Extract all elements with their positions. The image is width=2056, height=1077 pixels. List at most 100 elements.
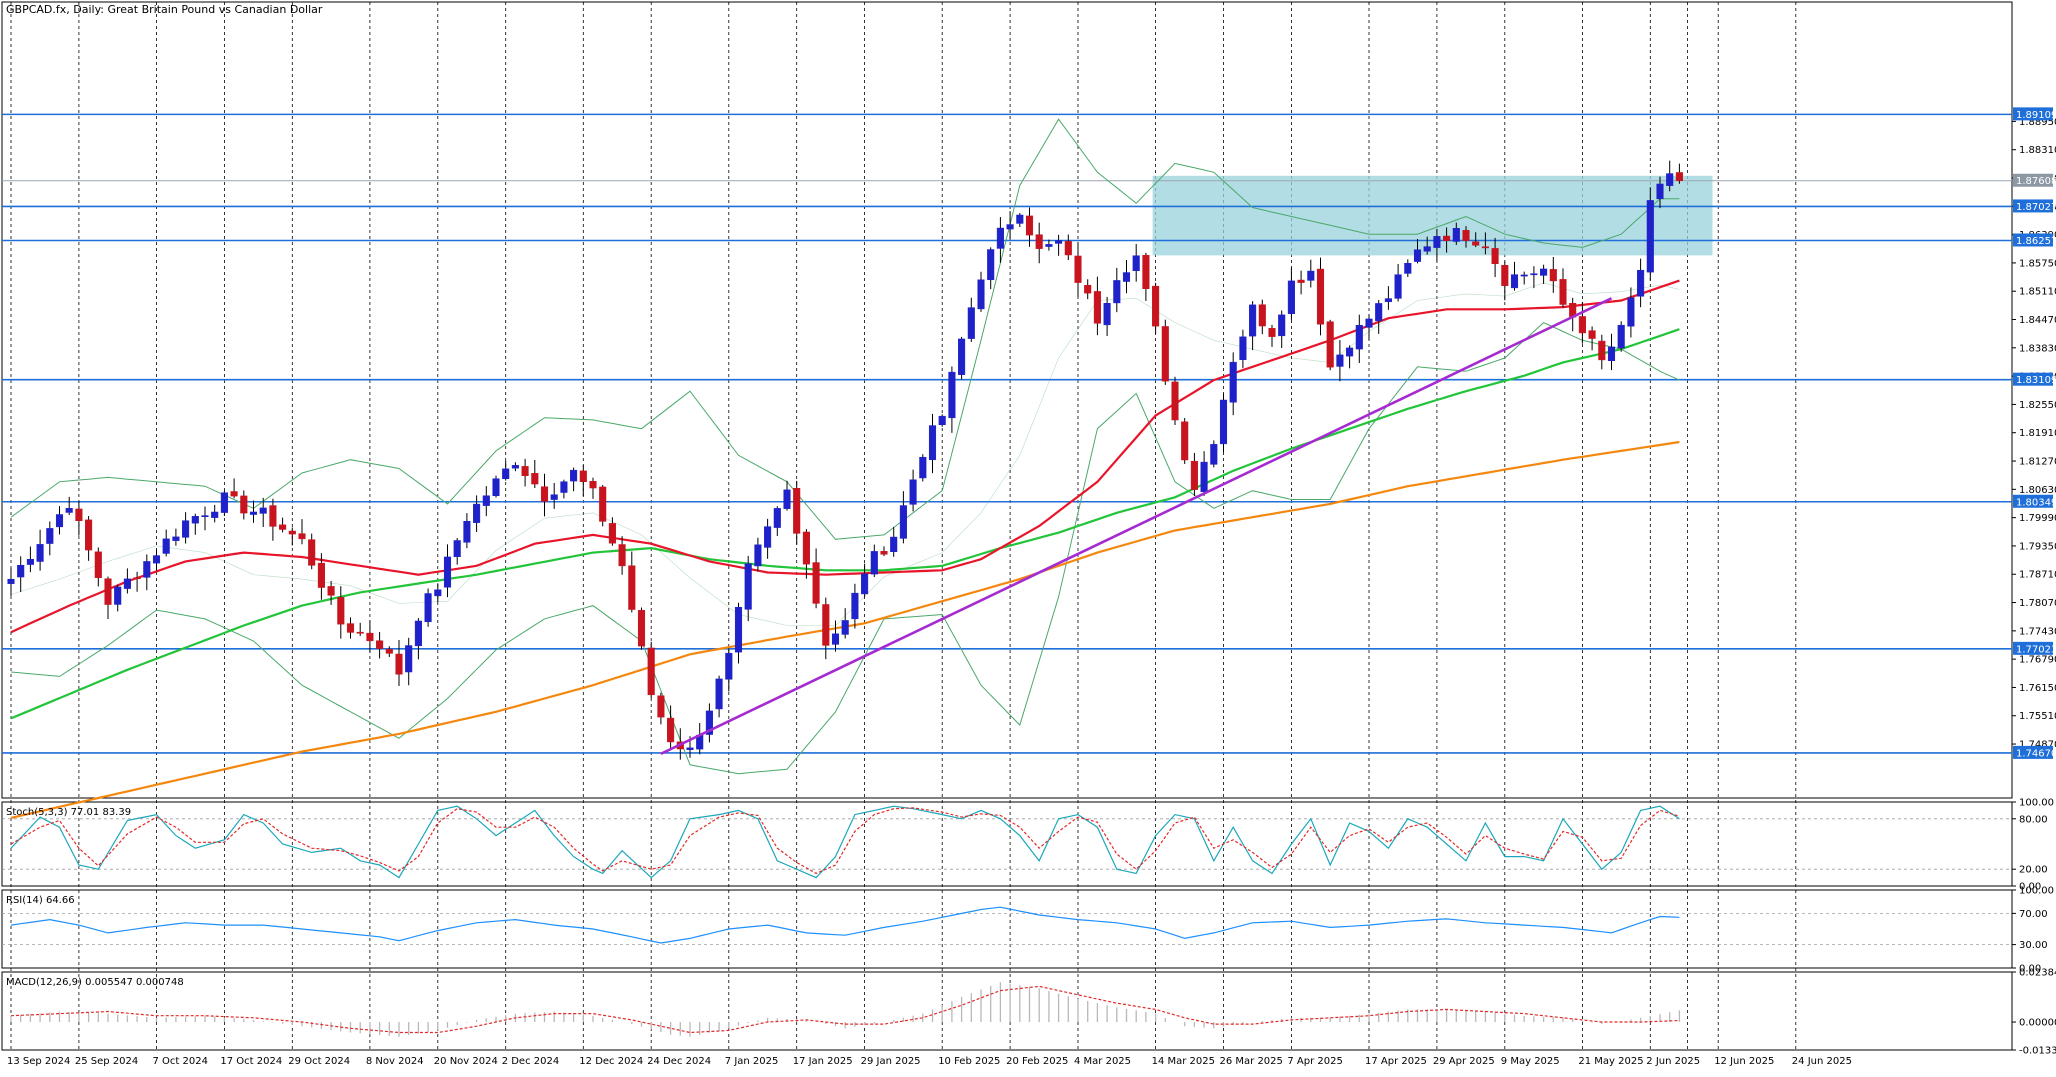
date-label: 24 Dec 2024 <box>647 1056 711 1067</box>
candle-body <box>1132 255 1140 272</box>
candle-body <box>123 578 131 589</box>
candle-body <box>405 645 413 673</box>
level-label: 1.77023 <box>2016 644 2056 655</box>
candle-body <box>773 508 781 528</box>
price-tick-label: 1.88310 <box>2019 145 2056 156</box>
price-tick-label: 1.79990 <box>2019 513 2056 524</box>
candle-body <box>851 592 859 620</box>
candle-body <box>1413 249 1422 262</box>
candle-body <box>1084 284 1092 294</box>
date-label: 29 Jan 2025 <box>861 1056 921 1067</box>
candle-body <box>65 507 73 513</box>
price-tick-label: 1.85750 <box>2019 258 2056 269</box>
candle-body <box>94 551 102 578</box>
candle-body <box>531 473 539 485</box>
candle-body <box>1365 318 1373 328</box>
candle-body <box>1423 246 1431 252</box>
candle-body <box>1472 241 1480 246</box>
candle-body <box>861 573 869 595</box>
candle-body <box>337 597 345 625</box>
candle-body <box>298 533 306 540</box>
candle-body <box>1675 172 1683 181</box>
date-label: 29 Oct 2024 <box>288 1056 350 1067</box>
candle-body <box>55 514 64 528</box>
candle-body <box>279 524 287 530</box>
candle-body <box>1336 354 1344 367</box>
candle-body <box>560 481 568 493</box>
candle <box>919 454 927 482</box>
date-label: 14 Mar 2025 <box>1152 1056 1215 1067</box>
candle-body <box>152 555 161 564</box>
candle-body <box>17 565 25 578</box>
candle-body <box>7 578 15 584</box>
level-label: 1.89109 <box>2016 110 2056 121</box>
candle-body <box>958 338 966 375</box>
macd-tick-label: 0.023848 <box>2019 968 2056 979</box>
candle-body <box>657 695 665 718</box>
candle-body <box>1520 274 1528 277</box>
candle-body <box>346 623 355 633</box>
candle-body <box>1268 328 1276 337</box>
price-tick-label: 1.80630 <box>2019 485 2056 496</box>
candle-body <box>647 647 655 696</box>
candle-body <box>1375 303 1383 322</box>
candle-body <box>802 531 810 565</box>
level-label: 1.86257 <box>2016 236 2056 247</box>
candle-body <box>1578 316 1586 334</box>
candle <box>1646 187 1654 281</box>
date-label: 2 Dec 2024 <box>502 1056 560 1067</box>
candle <box>599 484 607 527</box>
date-label: 26 Mar 2025 <box>1220 1056 1283 1067</box>
candle-body <box>812 562 820 604</box>
candle-body <box>754 544 762 567</box>
candle-body <box>715 678 723 710</box>
price-tick-label: 1.75510 <box>2019 711 2056 722</box>
candle <box>1181 418 1189 464</box>
candle-body <box>1384 298 1392 303</box>
candle-body <box>1287 280 1295 314</box>
candle-body <box>1346 347 1354 357</box>
stoch-tick-label: 100.00 <box>2019 798 2054 809</box>
candle-body <box>201 515 209 518</box>
candle-body <box>618 544 626 567</box>
rsi-title: RSI(14) 64.66 <box>6 895 75 906</box>
candle-body <box>75 508 83 521</box>
date-label: 21 May 2025 <box>1578 1056 1643 1067</box>
candle-body <box>482 495 490 506</box>
candle <box>1161 319 1169 385</box>
candle <box>637 607 646 650</box>
rsi-tick-label: 30.00 <box>2019 940 2048 951</box>
price-tick-label: 1.76150 <box>2019 683 2056 694</box>
price-tick-label: 1.84470 <box>2019 315 2056 326</box>
candle-body <box>327 586 335 596</box>
candle-body <box>1103 302 1111 326</box>
candle-body <box>376 640 384 649</box>
candle-body <box>880 551 888 555</box>
candle-body <box>1152 285 1160 327</box>
candle-body <box>783 489 791 509</box>
candle-body <box>502 468 510 480</box>
level-label: 1.74670 <box>2016 748 2056 759</box>
candle <box>958 336 966 380</box>
candle-body <box>26 559 34 565</box>
candle-body <box>424 593 432 623</box>
candle-body <box>1404 262 1412 274</box>
candle-body <box>686 747 694 751</box>
candle-body <box>938 415 946 426</box>
rsi-tick-label: 70.00 <box>2019 909 2048 920</box>
candle-body <box>1491 248 1499 264</box>
candle-body <box>230 491 238 497</box>
candle-body <box>1637 269 1645 297</box>
candle-body <box>1501 264 1509 286</box>
candle-body <box>1045 244 1053 247</box>
candle-body <box>831 633 840 645</box>
candle-body <box>1540 268 1548 276</box>
candle-body <box>1171 381 1179 421</box>
candle-body <box>182 520 190 538</box>
candle-body <box>1646 200 1654 273</box>
candle-body <box>1326 321 1334 368</box>
price-tick-label: 1.81270 <box>2019 457 2056 468</box>
date-label: 8 Nov 2024 <box>366 1056 424 1067</box>
date-label: 12 Dec 2024 <box>579 1056 643 1067</box>
candle-body <box>977 279 985 310</box>
